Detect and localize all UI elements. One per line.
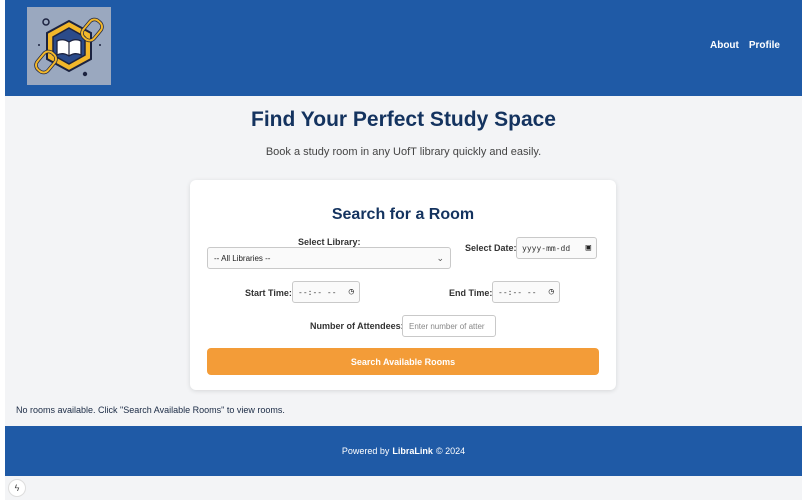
search-card: Search for a Room Select Library: -- All… [190,180,616,390]
clock-icon: ◷ [548,287,554,297]
calendar-icon: ▣ [585,243,591,253]
page-title: Find Your Perfect Study Space [251,108,556,131]
attendees-placeholder: Enter number of atter [409,321,485,331]
end-time-input[interactable]: --:-- -- ◷ [492,281,560,303]
attendees-input[interactable]: Enter number of atter [402,315,496,337]
site-footer: Powered by LibraLink © 2024 [5,426,802,476]
footer-brand: LibraLink [392,446,433,456]
no-rooms-message: No rooms available. Click "Search Availa… [16,405,285,415]
clock-icon: ◷ [348,287,354,297]
nav-about-link[interactable]: About [710,40,739,51]
main-nav: About Profile [710,40,780,51]
date-input-placeholder: yyyy-mm-dd [522,243,571,253]
logo[interactable] [27,7,111,85]
attendees-label: Number of Attendees: [310,321,404,331]
end-time-placeholder: --:-- -- [498,287,537,297]
library-select-value: -- All Libraries -- [214,253,271,263]
start-time-input[interactable]: --:-- -- ◷ [292,281,360,303]
date-label: Select Date: [465,243,517,253]
start-time-placeholder: --:-- -- [298,287,337,297]
date-input[interactable]: yyyy-mm-dd ▣ [516,237,597,259]
nav-profile-link[interactable]: Profile [749,40,780,51]
search-rooms-button[interactable]: Search Available Rooms [207,348,599,375]
end-time-label: End Time: [449,288,493,298]
footer-prefix: Powered by [341,446,390,456]
chevron-down-icon: ⌄ [436,252,444,263]
page: About Profile Find Your Perfect Study Sp… [5,0,802,500]
footer-copyright: © 2024 [435,446,466,456]
search-card-title: Search for a Room [331,206,475,223]
library-select[interactable]: -- All Libraries -- ⌄ [207,247,451,269]
book-chain-logo-icon [34,17,104,77]
lightning-icon[interactable]: ϟ [8,479,26,497]
start-time-label: Start Time: [245,288,292,298]
library-label: Select Library: [298,237,361,247]
site-header: About Profile [5,0,802,96]
page-subtitle: Book a study room in any UofT library qu… [265,146,542,158]
